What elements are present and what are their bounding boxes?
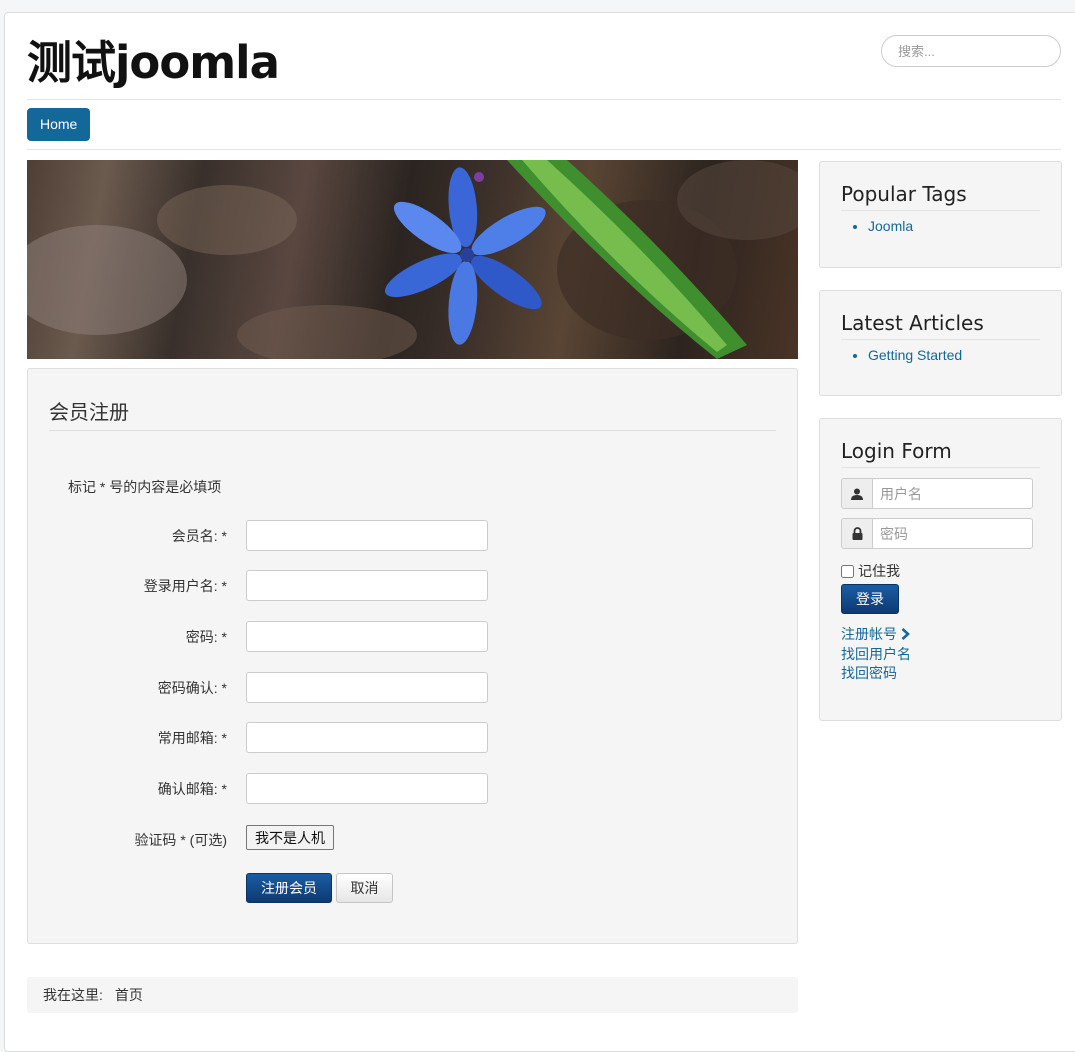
captcha-row: 验证码 * (可选) 我不是人机 bbox=[28, 824, 797, 856]
latest-articles-list: Getting Started bbox=[841, 346, 962, 364]
breadcrumb-prefix: 我在这里: bbox=[43, 987, 103, 1003]
tag-link-joomla[interactable]: Joomla bbox=[868, 218, 913, 234]
password-confirm-row: 密码确认: * bbox=[28, 672, 797, 704]
login-username-input[interactable] bbox=[872, 478, 1033, 509]
banner-flower-illustration bbox=[27, 160, 798, 359]
login-divider bbox=[841, 467, 1040, 468]
banner-image bbox=[27, 160, 798, 359]
remember-me-label: 记住我 bbox=[858, 563, 900, 579]
heading-divider bbox=[49, 430, 776, 431]
username-row: 登录用户名: * bbox=[28, 570, 797, 602]
article-link-getting-started[interactable]: Getting Started bbox=[868, 347, 962, 363]
site-title[interactable]: 测试joomla bbox=[27, 35, 280, 91]
password-confirm-input[interactable] bbox=[246, 672, 488, 703]
forgot-password-link[interactable]: 找回密码 bbox=[841, 664, 911, 683]
name-input[interactable] bbox=[246, 520, 488, 551]
password-input[interactable] bbox=[246, 621, 488, 652]
email-confirm-row: 确认邮箱: * bbox=[28, 773, 797, 805]
email-label: 常用邮箱: * bbox=[157, 730, 227, 746]
user-icon bbox=[841, 478, 873, 509]
email-confirm-input[interactable] bbox=[246, 773, 488, 804]
password-row: 密码: * bbox=[28, 621, 797, 653]
name-row: 会员名: * bbox=[28, 520, 797, 552]
captcha-label: 验证码 * (可选) bbox=[134, 832, 227, 848]
login-module: Login Form 记住我 登录 注册帐号 找回用户名 找回密码 bbox=[819, 418, 1062, 721]
password-label: 密码: * bbox=[185, 629, 227, 645]
login-links: 注册帐号 找回用户名 找回密码 bbox=[841, 625, 911, 683]
login-username-group bbox=[841, 478, 1033, 509]
captcha-button[interactable]: 我不是人机 bbox=[246, 825, 334, 850]
username-input[interactable] bbox=[246, 570, 488, 601]
popular-tags-module: Popular Tags Joomla bbox=[819, 161, 1062, 268]
breadcrumb-home: 首页 bbox=[114, 987, 143, 1003]
list-item: Getting Started bbox=[868, 346, 962, 364]
email-input[interactable] bbox=[246, 722, 488, 753]
forgot-username-link[interactable]: 找回用户名 bbox=[841, 645, 911, 664]
popular-tags-divider bbox=[841, 210, 1040, 211]
list-item: Joomla bbox=[868, 217, 913, 235]
registration-heading: 会员注册 bbox=[49, 402, 129, 424]
cancel-button[interactable]: 取消 bbox=[336, 873, 393, 903]
required-fields-note: 标记 * 号的内容是必填项 bbox=[68, 479, 222, 495]
latest-articles-module: Latest Articles Getting Started bbox=[819, 290, 1062, 396]
search-input[interactable] bbox=[881, 35, 1061, 67]
register-account-label: 注册帐号 bbox=[841, 626, 897, 642]
remember-me[interactable]: 记住我 bbox=[841, 561, 900, 581]
page-container: 测试joomla Home 会 bbox=[4, 12, 1075, 1052]
login-title: Login Form bbox=[841, 439, 952, 463]
nav-divider bbox=[27, 149, 1061, 150]
latest-articles-divider bbox=[841, 339, 1040, 340]
username-label: 登录用户名: * bbox=[143, 578, 227, 594]
registration-form-panel: 会员注册 标记 * 号的内容是必填项 会员名: * 登录用户名: * 密码: *… bbox=[27, 368, 798, 944]
nav-home-link[interactable]: Home bbox=[27, 108, 91, 141]
form-actions: 注册会员 取消 bbox=[28, 873, 797, 905]
latest-articles-title: Latest Articles bbox=[841, 311, 984, 335]
email-row: 常用邮箱: * bbox=[28, 722, 797, 754]
main-nav: Home bbox=[27, 108, 91, 141]
popular-tags-title: Popular Tags bbox=[841, 182, 967, 206]
remember-me-checkbox[interactable] bbox=[841, 564, 854, 578]
breadcrumb: 我在这里: 首页 bbox=[27, 977, 798, 1013]
popular-tags-list: Joomla bbox=[841, 217, 913, 235]
header-divider bbox=[27, 99, 1061, 100]
name-label: 会员名: * bbox=[171, 528, 227, 544]
register-submit-button[interactable]: 注册会员 bbox=[246, 873, 332, 903]
chevron-right-icon bbox=[901, 626, 910, 645]
password-confirm-label: 密码确认: * bbox=[157, 680, 227, 696]
login-password-input[interactable] bbox=[872, 518, 1033, 549]
login-button[interactable]: 登录 bbox=[841, 584, 899, 614]
login-password-group bbox=[841, 518, 1033, 549]
site-header: 测试joomla bbox=[5, 13, 1075, 100]
email-confirm-label: 确认邮箱: * bbox=[157, 781, 227, 797]
register-account-link[interactable]: 注册帐号 bbox=[841, 625, 911, 645]
lock-icon bbox=[841, 518, 873, 549]
